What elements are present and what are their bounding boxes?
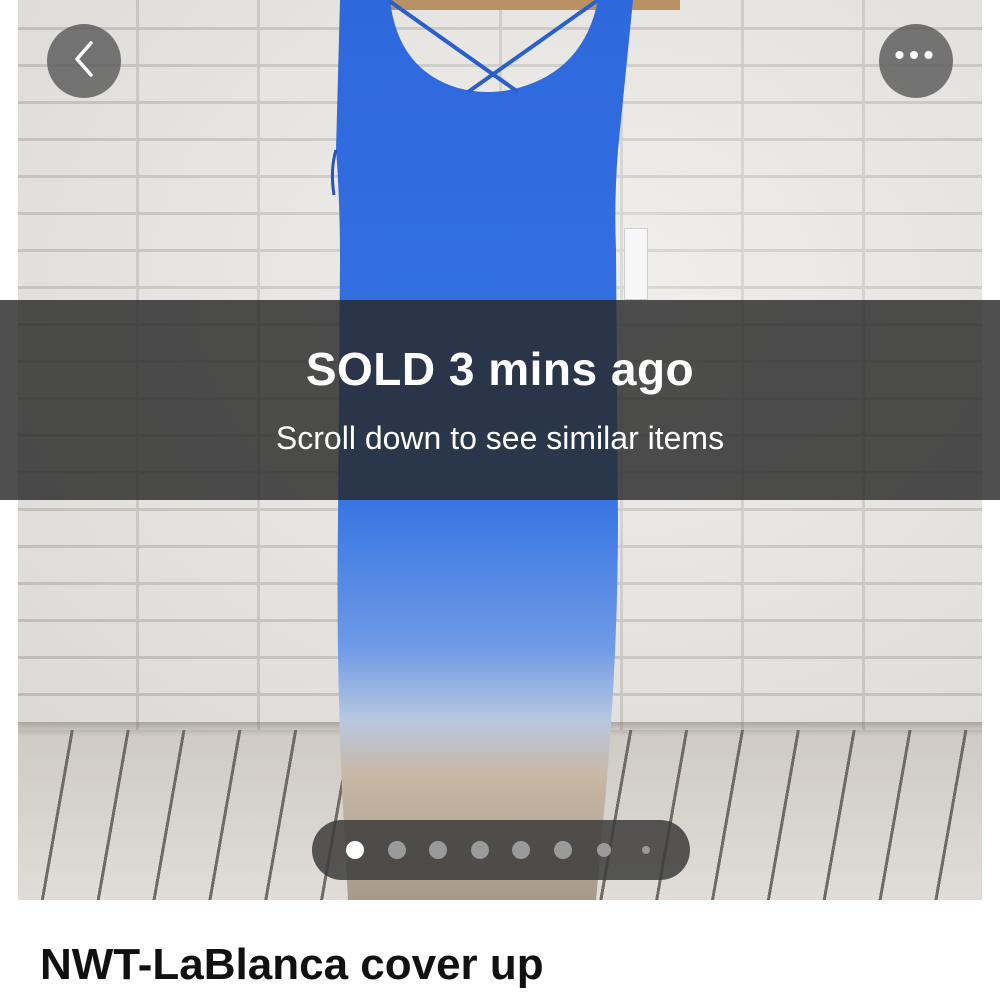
similar-items-hint: Scroll down to see similar items [275,420,725,456]
back-button[interactable] [47,24,121,98]
carousel-dot[interactable] [512,841,530,859]
carousel-dot[interactable] [387,841,406,859]
carousel-dot[interactable] [346,841,364,859]
more-options-button[interactable]: ••• [879,24,953,98]
carousel-dot[interactable] [429,841,447,859]
carousel-dot[interactable] [641,846,650,854]
sold-status-text: SOLD 3 mins ago [305,343,695,395]
carousel-page-indicator[interactable] [312,820,690,880]
more-horizontal-icon: ••• [894,39,938,72]
carousel-dot[interactable] [553,841,572,859]
chevron-left-icon [69,39,99,84]
price-tag [624,228,648,300]
sold-banner [0,300,1000,500]
listing-title: NWT-LaBlanca cover up [40,940,544,989]
carousel-dot[interactable] [470,841,489,859]
carousel-dot[interactable] [597,843,611,857]
